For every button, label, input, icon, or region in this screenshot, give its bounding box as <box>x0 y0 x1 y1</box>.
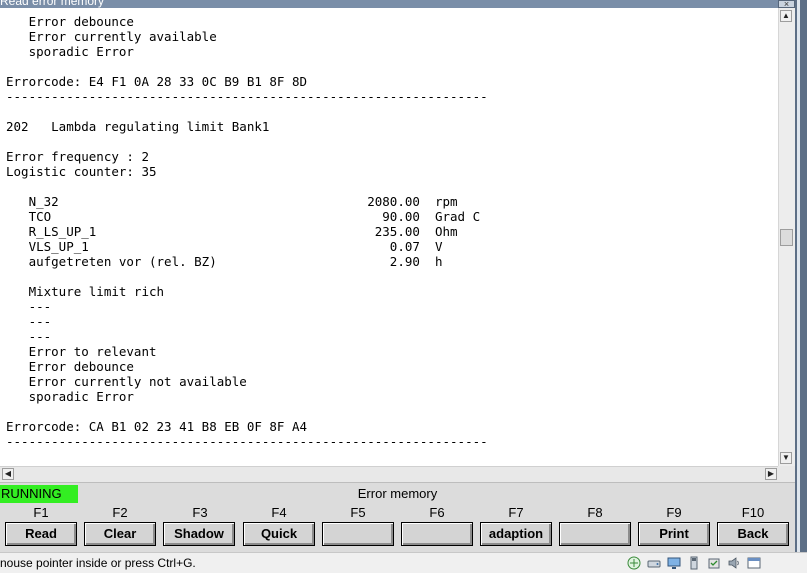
scroll-down-icon[interactable]: ▼ <box>780 452 792 464</box>
horizontal-scrollbar[interactable] <box>0 466 778 482</box>
window-icon[interactable] <box>747 556 761 570</box>
errorcode-line: Errorcode: CA B1 02 23 41 B8 EB 0F 8F A4 <box>6 419 308 434</box>
text-line: --- <box>6 299 52 314</box>
speaker-icon[interactable] <box>727 556 741 570</box>
scrollbar-corner <box>778 466 795 482</box>
quick-button[interactable]: Quick <box>243 522 315 546</box>
f8-button[interactable] <box>559 522 631 546</box>
error-memory-text: Error debounce Error currently available… <box>0 8 778 466</box>
panel-title: Error memory <box>357 486 438 501</box>
read-button[interactable]: Read <box>5 522 77 546</box>
error-frequency-line: Error frequency : 2 <box>6 149 149 164</box>
text-line: --- <box>6 329 52 344</box>
fkey-label-f6: F6 <box>429 505 445 520</box>
adaption-button[interactable]: adaption <box>480 522 552 546</box>
text-line: Error debounce <box>6 14 134 29</box>
window-frame-edge <box>797 0 800 552</box>
fkey-label-f9: F9 <box>666 505 682 520</box>
error-title-line: 202 Lambda regulating limit Bank1 <box>6 119 270 134</box>
usb-icon[interactable] <box>687 556 701 570</box>
measurement-line: R_LS_UP_1 235.00 Ohm <box>6 224 458 239</box>
text-line: --- <box>6 314 52 329</box>
errorcode-line: Errorcode: E4 F1 0A 28 33 0C B9 B1 8F 8D <box>6 74 308 89</box>
fkey-label-f3: F3 <box>192 505 208 520</box>
window-title: Read error memory <box>0 0 105 8</box>
scroll-right-icon[interactable]: ▶ <box>765 468 777 480</box>
text-line: sporadic Error <box>6 44 134 59</box>
f5-button[interactable] <box>322 522 394 546</box>
fkey-label-f8: F8 <box>587 505 603 520</box>
monitor-icon[interactable] <box>667 556 681 570</box>
text-line: Error to relevant <box>6 344 157 359</box>
window-title-bar: Read error memory <box>0 0 795 8</box>
logistic-counter-line: Logistic counter: 35 <box>6 164 157 179</box>
text-line: Error currently not available <box>6 374 247 389</box>
shield-icon[interactable] <box>707 556 721 570</box>
fkey-label-f4: F4 <box>271 505 287 520</box>
fkey-label-f10: F10 <box>741 505 765 520</box>
measurement-line: VLS_UP_1 0.07 V <box>6 239 443 254</box>
fkey-label-f5: F5 <box>350 505 366 520</box>
f6-button[interactable] <box>401 522 473 546</box>
measurement-line: N_32 2080.00 rpm <box>6 194 458 209</box>
vertical-scroll-thumb[interactable] <box>780 229 793 246</box>
clear-button[interactable]: Clear <box>84 522 156 546</box>
text-line: Error debounce <box>6 359 134 374</box>
scroll-up-icon[interactable]: ▲ <box>780 10 792 22</box>
measurement-line: aufgetreten vor (rel. BZ) 2.90 h <box>6 254 443 269</box>
separator-line: ----------------------------------------… <box>6 434 488 449</box>
fkey-label-f2: F2 <box>112 505 128 520</box>
text-line: sporadic Error <box>6 389 134 404</box>
fkey-label-f1: F1 <box>33 505 49 520</box>
network-icon[interactable] <box>627 556 641 570</box>
text-line: Error currently available <box>6 29 217 44</box>
print-button[interactable]: Print <box>638 522 710 546</box>
text-line: Mixture limit rich <box>6 284 165 299</box>
shadow-button[interactable]: Shadow <box>163 522 235 546</box>
drive-icon[interactable] <box>647 556 661 570</box>
separator-line: ----------------------------------------… <box>6 89 488 104</box>
fkey-label-f7: F7 <box>508 505 524 520</box>
back-button[interactable]: Back <box>717 522 789 546</box>
status-badge: RUNNING <box>0 485 78 503</box>
measurement-line: TCO 90.00 Grad C <box>6 209 481 224</box>
close-icon[interactable]: × <box>778 0 795 9</box>
scroll-left-icon[interactable]: ◀ <box>2 468 14 480</box>
status-text: nouse pointer inside or press Ctrl+G. <box>0 556 196 570</box>
